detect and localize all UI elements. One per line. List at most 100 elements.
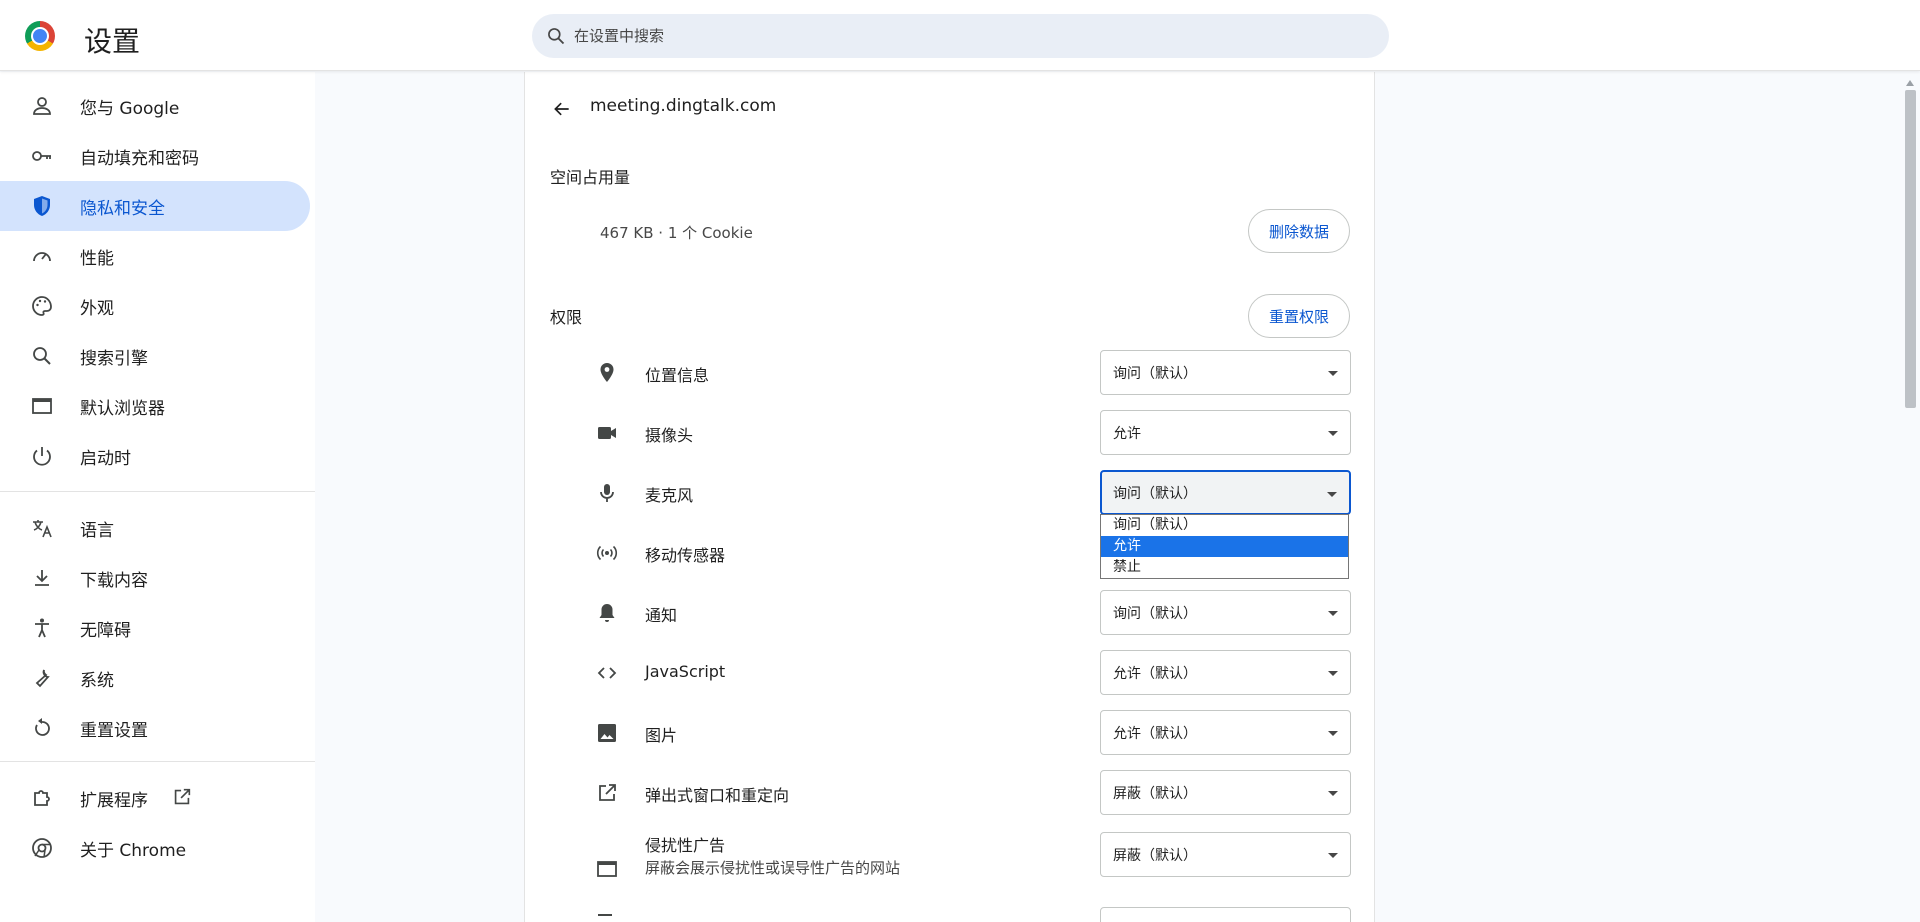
sidebar-item-label: 隐私和安全 [80,198,165,219]
scrollbar-thumb[interactable] [1905,90,1916,408]
key-icon [32,151,51,161]
chrome-logo-icon [25,21,55,51]
sidebar-item-label: 下载内容 [80,570,148,591]
sidebar-item-label: 无障碍 [80,620,131,641]
sidebar-item-you-and-google[interactable]: 您与 Google [0,81,310,131]
open-in-new-icon [599,784,616,801]
sidebar-item-default-browser[interactable]: 默认浏览器 [0,381,310,431]
shield-icon [34,196,50,216]
ad-window-icon [597,861,617,877]
search-input[interactable] [574,27,1334,45]
usage-section-title: 空间占用量 [550,168,631,187]
next-permission-icon [598,914,612,922]
permission-label: 摄像头 [645,426,694,445]
permission-label: 移动传感器 [645,546,726,565]
speedometer-icon [33,252,51,262]
microphone-icon [600,484,614,502]
sidebar-item-label: 语言 [80,520,114,541]
reset-icon [35,718,50,736]
sidebar-item-label: 性能 [80,248,114,269]
browser-window-icon [32,398,52,414]
javascript-permission-select[interactable]: 允许（默认） [1100,650,1351,695]
notifications-permission-select[interactable]: 询问（默认） [1100,590,1351,635]
delete-data-button[interactable]: 删除数据 [1247,209,1350,253]
camera-permission-select[interactable]: 允许 [1100,410,1351,455]
image-icon [598,724,616,742]
sidebar-item-system[interactable]: 系统 [0,653,310,703]
page-scrollbar[interactable] [1900,72,1920,922]
permissions-section-title: 权限 [550,308,583,327]
sidebar-item-label: 默认浏览器 [80,398,165,419]
sidebar-item-label: 启动时 [80,448,131,469]
chrome-icon [32,838,52,858]
search-box[interactable] [532,14,1389,58]
permission-row-intrusive-ads: 侵扰性广告 屏蔽会展示侵扰性或误导性广告的网站 屏蔽（默认） [525,832,1376,898]
sidebar-item-reset-settings[interactable]: 重置设置 [0,703,310,753]
site-origin: meeting.dingtalk.com [590,96,777,116]
permission-label: 通知 [645,606,678,625]
sidebar-item-privacy[interactable]: 隐私和安全 [0,181,310,231]
sidebar-item-autofill[interactable]: 自动填充和密码 [0,131,310,181]
popups-permission-select[interactable]: 屏蔽（默认） [1100,770,1351,815]
sidebar-item-label: 外观 [80,298,114,319]
sidebar-item-search-engine[interactable]: 搜索引擎 [0,331,310,381]
sidebar-item-extensions[interactable]: 扩展程序 [0,773,310,823]
sidebar: 您与 Google 自动填充和密码 隐私和安全 性能 外观 搜索引擎 默认浏览器… [0,72,315,922]
permission-row-javascript: JavaScript 允许（默认） [525,648,1376,698]
dropdown-option-ask[interactable]: 询问（默认） [1101,515,1348,536]
code-icon [597,667,617,679]
top-bar: 设置 [0,0,1920,71]
sidebar-item-label: 自动填充和密码 [80,148,199,169]
permission-label: 麦克风 [645,486,694,505]
permission-label: 侵扰性广告 [645,836,726,855]
dropdown-option-block[interactable]: 禁止 [1101,557,1348,578]
sidebar-item-appearance[interactable]: 外观 [0,281,310,331]
permission-row-images: 图片 允许（默认） [525,708,1376,758]
sidebar-item-languages[interactable]: 语言 [0,503,310,553]
download-icon [35,570,49,586]
permission-row-microphone: 麦克风 询问（默认） [525,468,1376,518]
sidebar-item-about-chrome[interactable]: 关于 Chrome [0,823,310,873]
images-permission-select[interactable]: 允许（默认） [1100,710,1351,755]
location-permission-select[interactable]: 询问（默认） [1100,350,1351,395]
sidebar-item-on-startup[interactable]: 启动时 [0,431,310,481]
accessibility-icon [35,618,49,638]
palette-icon [32,296,52,316]
next-permission-select[interactable] [1100,907,1351,922]
permission-sublabel: 屏蔽会展示侵扰性或误导性广告的网站 [645,859,901,877]
location-pin-icon [600,363,614,382]
person-icon [33,97,51,115]
dropdown-option-allow[interactable]: 允许 [1101,536,1348,557]
sidebar-divider [0,491,315,492]
scroll-up-arrow-icon[interactable] [1906,80,1914,86]
sidebar-item-label: 扩展程序 [80,790,148,811]
permission-label: 图片 [645,726,678,745]
back-button[interactable] [545,92,579,126]
microphone-permission-select[interactable]: 询问（默认） [1100,470,1351,515]
sidebar-item-label: 搜索引擎 [80,348,148,369]
camera-icon [598,427,616,439]
search-icon [548,28,565,45]
power-icon [33,447,51,466]
sidebar-divider [0,761,315,762]
puzzle-icon [34,790,50,806]
sidebar-item-label: 重置设置 [80,720,148,741]
arrow-back-icon [554,102,569,116]
sidebar-item-performance[interactable]: 性能 [0,231,310,281]
permission-label: 弹出式窗口和重定向 [645,786,790,805]
translate-icon [33,520,52,538]
intrusive-ads-permission-select[interactable]: 屏蔽（默认） [1100,832,1351,877]
sidebar-item-label: 关于 Chrome [80,840,187,861]
bell-icon [599,604,615,622]
reset-permissions-button[interactable]: 重置权限 [1247,294,1350,338]
sidebar-item-accessibility[interactable]: 无障碍 [0,603,310,653]
permission-row-popups: 弹出式窗口和重定向 屏蔽（默认） [525,768,1376,818]
microphone-dropdown-list[interactable]: 询问（默认） 允许 禁止 [1100,514,1349,579]
sidebar-item-downloads[interactable]: 下载内容 [0,553,310,603]
permission-row-camera: 摄像头 允许 [525,408,1376,458]
site-details-card: meeting.dingtalk.com 空间占用量 467 KB · 1 个 … [524,72,1375,922]
permission-row-location: 位置信息 询问（默认） [525,348,1376,398]
permission-label: 位置信息 [645,366,710,385]
sidebar-item-label: 您与 Google [80,98,180,119]
usage-summary: 467 KB · 1 个 Cookie [600,224,753,242]
